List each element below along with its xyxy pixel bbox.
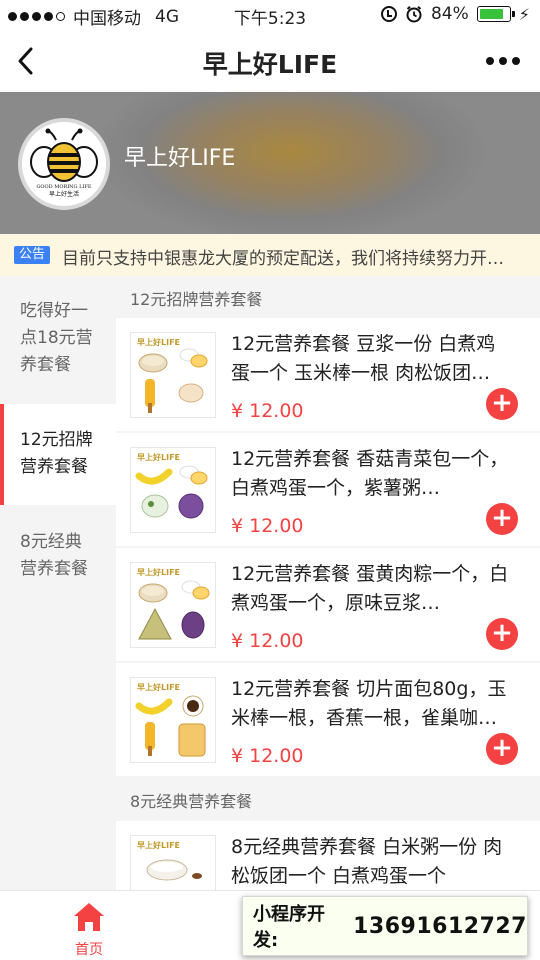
section-title: 12元招牌营养套餐 (130, 290, 263, 309)
status-right: 84% ⚡ (380, 4, 530, 24)
developer-contact-banner: 小程序开发: 13691612727 (242, 896, 528, 956)
sidebar-item-label: 吃得好一点18元营养套餐 (20, 301, 93, 375)
tab-home[interactable]: 首页 (60, 901, 118, 959)
product-price: ¥ 12.00 (231, 745, 304, 767)
add-to-cart-button[interactable]: + (486, 618, 518, 650)
status-bar: 中国移动 4G 下午5:23 84% ⚡ (0, 0, 540, 30)
bee-logo-icon: GOOD MORING LIFE 早上好生活 (30, 128, 98, 198)
product-title: 12元营养套餐 切片面包80g，玉米棒一根，香蕉一根，雀巢咖… (231, 678, 507, 729)
thumb-brand: 早上好LIFE (137, 683, 181, 692)
contact-phone: 13691612727 (353, 913, 527, 939)
product-card[interactable]: 早上好LIFE 12元营养套餐 切片面包80g，玉米棒一根，香蕉一根，雀巢咖… … (116, 663, 540, 776)
thumb-brand: 早上好LIFE (137, 338, 181, 347)
add-to-cart-button[interactable]: + (486, 388, 518, 420)
product-price: ¥ 12.00 (231, 515, 304, 537)
thumb-brand: 早上好LIFE (137, 841, 181, 850)
section-title: 8元经典营养套餐 (130, 792, 253, 811)
notice-tag: 公告 (14, 246, 50, 264)
add-to-cart-button[interactable]: + (486, 503, 518, 535)
product-card[interactable]: 早上好LIFE 12元营养套餐 豆浆一份 白煮鸡蛋一个 玉米棒一根 肉松饭团… … (116, 318, 540, 431)
notice-text: 目前只支持中银惠龙大厦的预定配送，我们将持续努力开… (62, 249, 504, 269)
product-card[interactable]: 早上好LIFE 12元营养套餐 蛋黄肉粽一个，白煮鸡蛋一个，原味豆浆… ¥ 12… (116, 548, 540, 661)
rotation-lock-icon (380, 6, 397, 22)
product-card[interactable]: 早上好LIFE 12元营养套餐 香菇青菜包一个，白煮鸡蛋一个，紫薯粥… ¥ 12… (116, 433, 540, 546)
product-list: 12元招牌营养套餐 早上好LIFE 12元营养套餐 豆浆一份 白煮鸡蛋一个 玉米… (116, 276, 540, 890)
sidebar-item-12-yuan-set[interactable]: 12元招牌营养套餐 (0, 404, 116, 505)
battery-percent: 84% (430, 4, 469, 24)
product-price: ¥ 12.00 (231, 400, 304, 422)
product-title: 12元营养套餐 蛋黄肉粽一个，白煮鸡蛋一个，原味豆浆… (231, 563, 509, 614)
store-logo: GOOD MORING LIFE 早上好生活 (18, 118, 110, 210)
product-card[interactable]: 早上好LIFE 8元经典营养套餐 白米粥一份 肉松饭团一个 白煮鸡蛋一个 (116, 821, 540, 890)
notice-bar[interactable]: 公告 目前只支持中银惠龙大厦的预定配送，我们将持续努力开… (0, 234, 540, 276)
product-title: 8元经典营养套餐 白米粥一份 肉松饭团一个 白煮鸡蛋一个 (231, 836, 503, 887)
store-name: 早上好LIFE (124, 146, 236, 171)
alarm-icon (406, 6, 422, 23)
sidebar-item-label: 8元经典营养套餐 (20, 532, 88, 579)
sidebar-item-8-yuan-set[interactable]: 8元经典营养套餐 (0, 529, 116, 583)
logo-line2: 早上好生活 (49, 190, 79, 198)
sidebar-item-label: 12元招牌营养套餐 (20, 430, 93, 477)
home-icon (74, 903, 104, 931)
product-image: 早上好LIFE (130, 447, 216, 533)
product-image: 早上好LIFE (130, 835, 216, 890)
sidebar-item-18-yuan-set[interactable]: 吃得好一点18元营养套餐 (0, 298, 116, 379)
contact-label: 小程序开发: (253, 904, 325, 951)
page-title: 早上好LIFE (202, 50, 338, 79)
add-to-cart-button[interactable]: + (486, 733, 518, 765)
tab-home-label: 首页 (75, 942, 103, 958)
thumb-brand: 早上好LIFE (137, 453, 181, 462)
category-sidebar: 吃得好一点18元营养套餐 12元招牌营养套餐 8元经典营养套餐 (0, 276, 116, 890)
thumb-brand: 早上好LIFE (137, 568, 181, 577)
battery-icon (476, 6, 515, 22)
charging-icon: ⚡ (518, 4, 530, 24)
logo-line1: GOOD MORING LIFE (36, 184, 91, 190)
nav-bar: 早上好LIFE (0, 30, 540, 92)
product-title: 12元营养套餐 香菇青菜包一个，白煮鸡蛋一个，紫薯粥… (231, 448, 509, 499)
product-image: 早上好LIFE (130, 677, 216, 763)
product-image: 早上好LIFE (130, 562, 216, 648)
battery-level-fill (479, 9, 504, 19)
product-price: ¥ 12.00 (231, 630, 304, 652)
store-header: GOOD MORING LIFE 早上好生活 早上好LIFE (0, 92, 540, 234)
more-dots-icon[interactable] (486, 48, 520, 74)
product-title: 12元营养套餐 豆浆一份 白煮鸡蛋一个 玉米棒一根 肉松饭团… (231, 333, 496, 384)
product-image: 早上好LIFE (130, 332, 216, 418)
